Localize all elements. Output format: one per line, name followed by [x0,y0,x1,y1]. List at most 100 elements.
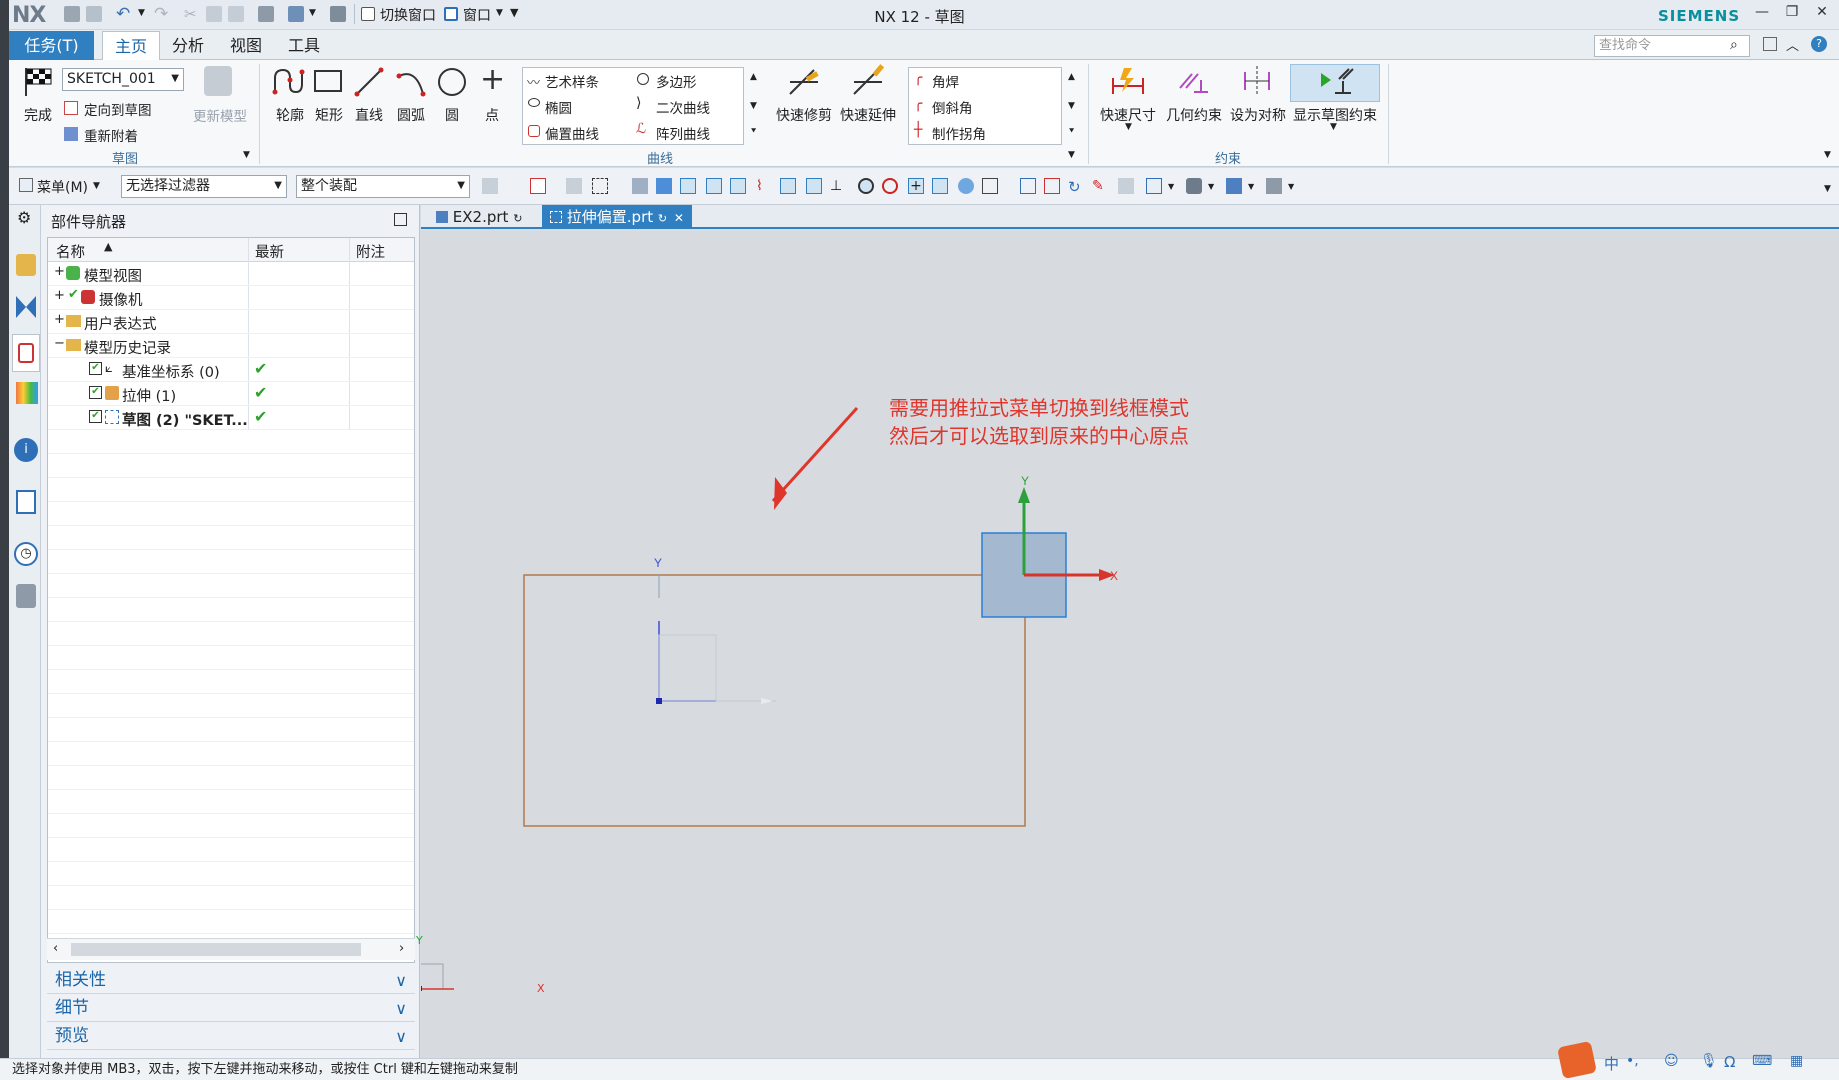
graphics-window[interactable]: Y Y X Y X 需要用推拉式菜单切换到线框模式 然后才可以选取到原来的中心原… [416,231,1839,1060]
ime-chinese-icon[interactable]: 中 [1604,1053,1619,1074]
roles-icon[interactable] [16,584,36,608]
offset-curve-button[interactable]: 偏置曲线 [545,123,599,143]
show-hide-dropdown-icon[interactable]: ▼ [1288,182,1294,191]
doc-tab-extrude-offset[interactable]: 拉伸偏置.prt ↻ ✕ [542,205,692,229]
undo-icon[interactable]: ↶ [116,4,130,24]
snap-control-point-icon[interactable] [780,178,796,194]
render-style-icon[interactable] [1186,178,1202,194]
geometric-constraints-icon[interactable] [1176,66,1210,100]
render-style-dropdown-icon[interactable]: ▼ [1208,182,1214,191]
panel-dependencies[interactable]: 相关性 ∨ [47,967,415,994]
snap-on-curve-icon[interactable] [932,178,948,194]
polygon-button[interactable]: 多边形 [656,71,697,91]
view-cube-dropdown-icon[interactable]: ▼ [1248,182,1254,191]
expand-icon[interactable]: + [54,264,65,279]
scroll-right-icon[interactable]: › [399,941,404,956]
arc-button-label[interactable]: 圆弧 [391,105,431,125]
rotate-icon[interactable]: ↻ [1068,178,1084,196]
column-header-latest[interactable]: 最新 [255,241,284,262]
orient-to-sketch-button[interactable]: 定向到草图 [84,99,152,119]
ribbon-more-icon[interactable]: ▼ [1824,150,1831,160]
fillet-button[interactable]: 角焊 [932,71,959,91]
doc-tab-ex2[interactable]: EX2.prt ↻ [428,205,530,229]
view-cube-icon[interactable] [1226,178,1242,194]
cube-view-icon[interactable] [288,6,304,22]
touch-mode-icon[interactable] [330,6,346,22]
corner-gallery-down-icon[interactable]: ▼ [1068,101,1075,111]
ellipse-button[interactable]: 椭圆 [545,97,572,117]
tab-analysis[interactable]: 分析 [160,31,216,60]
tab-home[interactable]: 主页 [102,31,161,60]
window-menu-button[interactable]: 窗口 [463,5,491,25]
minimize-button[interactable]: — [1750,4,1774,26]
undo-dropdown-icon[interactable]: ▼ [138,8,145,18]
collapse-icon[interactable]: − [54,336,65,351]
make-symmetric-button-label[interactable]: 设为对称 [1224,105,1292,125]
rapid-dimension-dropdown-icon[interactable]: ▼ [1125,122,1132,132]
ime-emoji-icon[interactable]: ☺ [1664,1053,1679,1069]
snap-on-surface-icon[interactable] [958,178,974,194]
web-browser-icon[interactable] [16,490,36,514]
pan-icon[interactable]: ✎ [1092,178,1108,194]
quick-extend-button-label[interactable]: 快速延伸 [836,105,900,125]
update-model-button[interactable]: 更新模型 [193,105,247,125]
quick-trim-button-label[interactable]: 快速修剪 [772,105,836,125]
tab-view[interactable]: 视图 [218,31,274,60]
menu-button[interactable]: 菜单(M) [37,177,88,197]
corner-gallery-up-icon[interactable]: ▲ [1068,72,1075,82]
scroll-left-icon[interactable]: ‹ [53,941,58,956]
corner-gallery-expand-icon[interactable]: ⯆ [1068,127,1075,137]
datum-origin[interactable] [656,698,662,704]
general-selection-icon[interactable] [482,178,498,194]
tab-task[interactable]: 任务(T) [9,31,94,60]
show-constraints-dropdown-icon[interactable]: ▼ [1330,122,1337,132]
visibility-checkbox[interactable]: ✔ [89,410,102,423]
collapse-ribbon-icon[interactable]: ︿ [1786,35,1799,54]
maximize-panel-icon[interactable] [394,213,407,226]
copy-icon[interactable] [206,6,222,22]
studio-spline-button[interactable]: 艺术样条 [545,71,599,91]
snap-point-icon[interactable] [680,178,696,194]
snap-midpoint-icon[interactable] [730,178,746,194]
sketch-canvas[interactable]: Y Y X [421,231,1839,1060]
column-header-name[interactable]: 名称 [56,241,85,262]
expand-icon[interactable]: + [54,288,65,303]
reattach-button[interactable]: 重新附着 [84,125,138,145]
paste-icon[interactable] [228,6,244,22]
snap-curve-icon[interactable]: ⌇ [756,178,772,194]
help-icon[interactable]: ? [1811,36,1827,52]
visibility-checkbox[interactable]: ✔ [89,386,102,399]
circle-icon[interactable] [438,68,466,96]
point-button-label[interactable]: 点 [472,105,512,125]
reuse-library-icon[interactable] [16,382,38,404]
toolbar-more-icon[interactable]: ▼ [1824,184,1831,194]
profile-button-label[interactable]: 轮廓 [270,105,310,125]
snap-tangent-icon[interactable]: ⊥ [830,178,846,194]
geometric-constraints-button-label[interactable]: 几何约束 [1160,105,1228,125]
expand-icon[interactable]: + [54,312,65,327]
make-symmetric-icon[interactable] [1240,64,1274,102]
datum-plane[interactable] [658,634,717,702]
panel-preview[interactable]: 预览 ∨ [47,1023,415,1050]
window-dropdown-icon[interactable]: ▼ [496,8,503,18]
rectangle-select-icon[interactable] [592,178,608,194]
restore-button[interactable]: ❐ [1780,4,1804,26]
ribbon-options-icon[interactable] [1763,37,1777,51]
ime-punctuation-icon[interactable]: •, [1626,1053,1639,1069]
tree-row-extrude[interactable]: ✔ 拉伸 (1) ✔ [48,382,414,406]
quick-extend-icon[interactable] [850,64,886,102]
conic-button[interactable]: 二次曲线 [656,97,710,117]
rapid-dimension-icon[interactable] [1110,64,1146,100]
profile-icon[interactable] [272,66,306,102]
redo-icon[interactable]: ↷ [154,4,168,24]
pattern-curve-button[interactable]: 阵列曲线 [656,123,710,143]
close-tab-icon[interactable]: ✕ [674,211,684,225]
ime-symbol-icon[interactable]: Ω [1724,1053,1735,1071]
finish-flag-icon[interactable] [22,66,54,98]
finish-button-label[interactable]: 完成 [18,105,58,125]
tree-row-model-views[interactable]: + 模型视图 [48,262,414,286]
menu-dropdown-icon[interactable]: ▼ [93,181,100,191]
tree-horizontal-scrollbar[interactable]: ‹ › [47,938,415,960]
gallery-scroll-up-icon[interactable]: ▲ [750,72,757,82]
snap-arc-center-icon[interactable] [858,178,874,194]
